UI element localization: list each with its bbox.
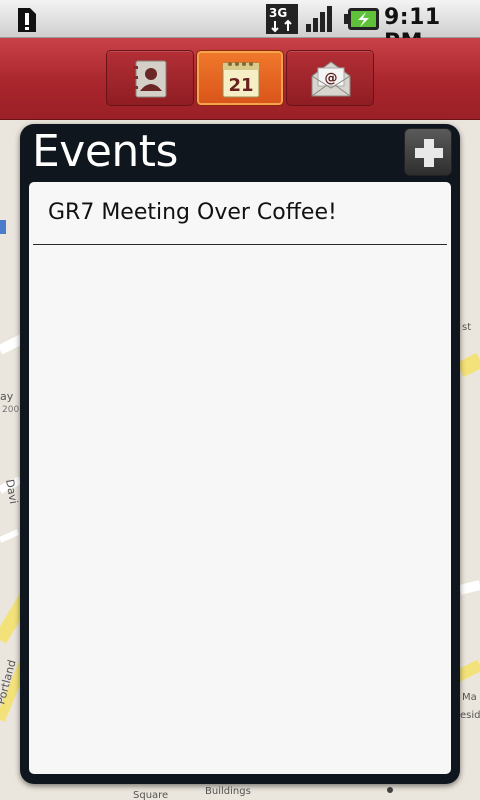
map-label: Square — [133, 790, 168, 800]
battery-charging-icon — [344, 8, 379, 30]
add-event-button[interactable] — [404, 128, 452, 176]
calendar-day: 21 — [228, 75, 253, 96]
plus-icon — [415, 139, 443, 167]
events-panel: Events GR7 Meeting Over Coffee! — [20, 124, 460, 784]
app-toolbar: 21 @ — [0, 38, 480, 120]
sd-card-alert-icon — [18, 8, 36, 32]
map-label: ay — [0, 390, 14, 403]
svg-text:@: @ — [325, 71, 338, 86]
signal-icon — [306, 6, 332, 32]
map-label: 200 — [2, 405, 19, 415]
network-3g-icon: 3G — [266, 4, 298, 34]
events-list: GR7 Meeting Over Coffee! — [29, 182, 451, 774]
calendar-tab-button[interactable]: 21 — [196, 50, 284, 106]
calendar-icon: 21 — [222, 62, 260, 98]
contacts-tab-button[interactable] — [106, 50, 194, 106]
map-label: st — [462, 322, 471, 333]
event-title: GR7 Meeting Over Coffee! — [48, 200, 337, 225]
contacts-icon — [133, 60, 167, 98]
panel-title: Events — [32, 126, 178, 177]
map-label: eside — [460, 710, 480, 721]
map-label: Buildings — [205, 786, 251, 797]
mail-tab-button[interactable]: @ — [286, 50, 374, 106]
status-bar: 3G 9:11 PM — [0, 0, 480, 55]
mail-icon: @ — [311, 61, 351, 97]
svg-text:3G: 3G — [269, 6, 287, 20]
list-item[interactable]: GR7 Meeting Over Coffee! — [33, 182, 447, 245]
map-label: Ma — [462, 692, 477, 703]
